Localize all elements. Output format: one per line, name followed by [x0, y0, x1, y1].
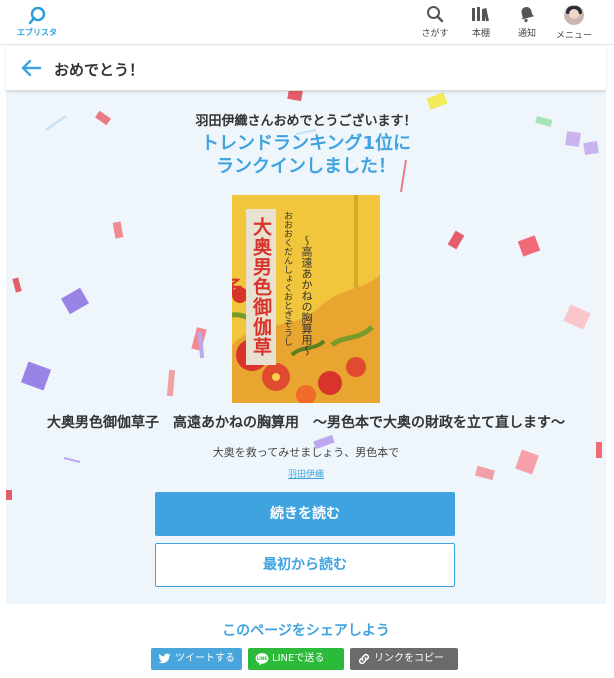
nav-notifications-label: 通知 — [517, 29, 536, 39]
tweet-button-label: ツイートする — [175, 653, 235, 664]
book-title[interactable]: 大奥男色御伽草子 高遠あかねの胸算用 〜男色本で大奥の財政を立て直します〜 — [6, 412, 606, 432]
nav-menu[interactable]: メニュー — [550, 5, 598, 41]
nav-notifications[interactable]: 通知 — [503, 5, 551, 39]
share-title: このページをシェアしよう — [222, 623, 390, 639]
read-from-start-button[interactable]: 最初から読む — [155, 543, 455, 587]
line-logo-icon: LINE — [255, 653, 269, 666]
notification-bell-icon — [521, 7, 535, 23]
ranking-headline: トレンドランキング1位に ランクインしました！ — [6, 132, 606, 178]
nav-menu-label: メニュー — [555, 31, 592, 41]
tweet-button[interactable]: ツイートする — [151, 648, 242, 670]
book-cover[interactable]: 大奥男色御伽草子 おおおくだんしょくおとぎぞうし 〜高遠あかねの胸算用〜 — [232, 195, 380, 403]
top-nav: エブリスタ さがす 本棚 通知 メニュー — [0, 0, 614, 45]
site-logo[interactable]: エブリスタ — [12, 6, 62, 40]
nav-search-label: さがす — [421, 29, 449, 39]
search-icon — [427, 6, 444, 23]
copy-link-button[interactable]: リンクをコピー — [350, 648, 458, 670]
author-link[interactable]: 羽田伊織 — [6, 467, 606, 480]
avatar — [564, 5, 584, 25]
book-catchcopy: 大奥を救ってみせましょう、男色本で — [212, 446, 400, 459]
book-cover-title: 大奥男色御伽草子 — [232, 209, 276, 365]
link-chain-icon — [358, 653, 370, 665]
line-share-button-label: LINEで送る — [272, 653, 325, 664]
page-header: おめでとう！ — [6, 46, 606, 91]
ranking-headline-line2: ランクインしました！ — [216, 156, 396, 177]
page-title: おめでとう！ — [54, 61, 145, 79]
nav-search[interactable]: さがす — [411, 5, 459, 39]
congrats-message: 羽田伊織さんおめでとうございます！ — [195, 114, 417, 129]
nav-bookshelf[interactable]: 本棚 — [457, 5, 505, 39]
back-arrow-icon[interactable] — [20, 58, 42, 78]
share-section: このページをシェアしよう ツイートする LINE LINEで送る リンクをコピー — [6, 604, 606, 678]
twitter-bird-icon — [158, 653, 171, 664]
logo-search-icon — [28, 6, 46, 25]
svg-text:LINE: LINE — [257, 656, 268, 661]
copy-link-button-label: リンクをコピー — [374, 653, 444, 664]
congrats-panel: 羽田伊織さんおめでとうございます！ トレンドランキング1位に ランクインしました… — [6, 90, 606, 604]
continue-reading-button[interactable]: 続きを読む — [155, 492, 455, 536]
nav-bookshelf-label: 本棚 — [471, 29, 490, 39]
book-cover-ruby: おおおくだんしょくおとぎぞうし — [282, 211, 292, 346]
line-share-button[interactable]: LINE LINEで送る — [248, 648, 344, 670]
book-cover-subtitle: 〜高遠あかねの胸算用〜 — [300, 235, 313, 356]
logo-text: エブリスタ — [17, 28, 57, 37]
bookshelf-icon — [472, 7, 489, 22]
ranking-headline-line1: トレンドランキング1位に — [201, 133, 411, 154]
